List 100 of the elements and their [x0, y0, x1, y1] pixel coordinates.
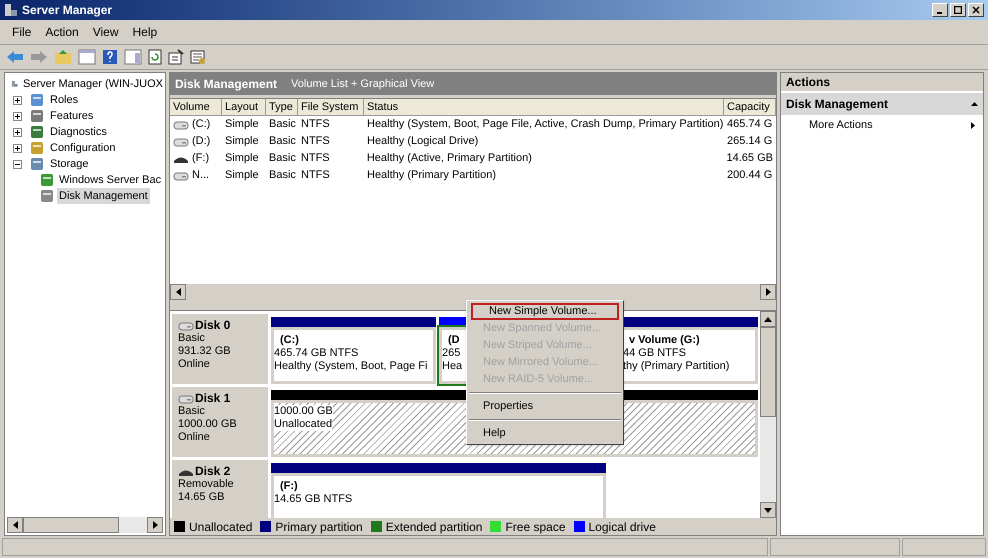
collapse-icon[interactable]: [971, 102, 978, 106]
minimize-button[interactable]: [932, 3, 948, 17]
partition[interactable]: (C:) 465.74 GB NTFS Healthy (System, Boot, Page Fi: [271, 327, 436, 384]
table-cell-text: Simple: [225, 117, 259, 132]
action-link[interactable]: More Actions: [781, 115, 983, 135]
menu-item[interactable]: Help: [126, 23, 164, 41]
table-cell-text: NTFS: [301, 134, 330, 150]
table-cell-text: Simple: [225, 134, 259, 150]
column-header[interactable]: Type: [266, 99, 298, 116]
scroll-right-icon[interactable]: [152, 521, 158, 529]
tree-item[interactable]: Storage: [48, 156, 91, 172]
tree-pane-icon[interactable]: [78, 49, 96, 65]
tree-item[interactable]: Diagnostics: [48, 124, 109, 140]
disk-detail: 1000.00 GB: [178, 418, 238, 431]
partition[interactable]: (F:) 14.65 GB NTFS: [271, 473, 606, 518]
table-cell-text: (C:): [192, 117, 210, 132]
table-cell-text: Basic: [269, 168, 296, 184]
disk-detail: 14.65 GB: [178, 491, 226, 504]
window-title: Server Manager: [22, 2, 112, 19]
horizontal-scrollbar[interactable]: [7, 517, 163, 533]
partition-text: 1000.00 GB: [274, 405, 333, 418]
table-cell-text: (F:): [192, 151, 210, 166]
menu-item[interactable]: New Simple Volume...: [471, 303, 619, 320]
drive-icon: [178, 320, 194, 330]
table-cell-text: Basic: [269, 134, 296, 150]
table-cell-text: 200.44 G: [727, 168, 772, 184]
table-cell-text: Basic: [269, 117, 296, 132]
section-title: Disk Management: [786, 96, 888, 113]
column-header[interactable]: Layout: [222, 99, 266, 116]
disk-info[interactable]: Disk 2 Removable 14.65 GB: [172, 460, 268, 518]
tree-item[interactable]: Configuration: [48, 140, 118, 156]
legend-label: Primary partition: [275, 518, 363, 536]
scroll-right-icon[interactable]: [766, 288, 770, 296]
scroll-down-icon[interactable]: [764, 508, 772, 512]
partition-text: Healthy (System, Boot, Page Fi: [274, 360, 428, 373]
scroll-left-icon[interactable]: [176, 288, 180, 296]
tree-item[interactable]: Windows Server Bac: [57, 172, 164, 188]
expand-icon[interactable]: [13, 128, 22, 136]
pane-subtitle: Volume List + Graphical View: [291, 76, 434, 92]
table-cell-text: NTFS: [300, 151, 330, 166]
column-header[interactable]: Volume: [170, 99, 222, 116]
server-icon: [4, 3, 18, 17]
table-cell-text: N...: [192, 168, 210, 184]
table-cell-text: Healthy (Active, Primary Partition): [366, 151, 532, 166]
scroll-up-icon[interactable]: [764, 316, 772, 322]
menu-item[interactable]: Help: [467, 425, 623, 442]
properties-icon[interactable]: [168, 49, 184, 65]
disk-info[interactable]: Disk 0 Basic 931.32 GB Online: [172, 314, 268, 384]
pane-title: Disk Management: [175, 76, 278, 93]
partition-text: Unallocated: [274, 418, 332, 431]
help-icon[interactable]: [102, 49, 118, 65]
disk-name: Disk 1: [195, 392, 230, 405]
drive-icon: [173, 120, 189, 130]
table-cell-text: (D:): [192, 134, 210, 150]
expand-icon[interactable]: [13, 96, 22, 104]
disk-detail: 931.32 GB: [178, 345, 232, 358]
legend-label: Extended partition: [386, 518, 482, 536]
actions-header: Actions: [781, 73, 983, 91]
vertical-scrollbar[interactable]: [760, 311, 776, 518]
collapse-icon[interactable]: [13, 160, 22, 168]
expand-icon[interactable]: [13, 112, 22, 120]
table-cell-text: Simple: [224, 151, 259, 166]
table-cell-text: Basic: [268, 151, 296, 166]
maximize-button[interactable]: [950, 3, 966, 17]
disk-detail: Online: [178, 431, 211, 444]
horizontal-scrollbar[interactable]: [170, 284, 776, 300]
tree-item[interactable]: Disk Management: [57, 188, 150, 204]
table-cell-text: NTFS: [301, 168, 330, 184]
column-header[interactable]: Capacity: [724, 99, 776, 116]
tree-item[interactable]: Roles: [48, 92, 80, 108]
column-header[interactable]: File System: [298, 99, 364, 116]
close-button[interactable]: [968, 3, 984, 17]
maximize-icon: [954, 6, 962, 14]
menu-item[interactable]: Properties: [467, 398, 623, 415]
table-cell-text: 465.74 G: [727, 117, 772, 132]
disk-info[interactable]: Disk 1 Basic 1000.00 GB Online: [172, 387, 268, 457]
column-header[interactable]: Status: [364, 99, 724, 116]
menu-item[interactable]: Action: [39, 23, 85, 41]
close-icon: [972, 6, 980, 14]
disk-name: Disk 2: [195, 465, 230, 478]
tree-item[interactable]: Server Manager (WIN-JUOX: [21, 76, 165, 92]
legend-label: Free space: [505, 518, 566, 536]
disk-detail: Basic: [178, 405, 206, 418]
drive-icon: [173, 136, 189, 146]
menu-item[interactable]: File: [6, 23, 38, 41]
disk-name: Disk 0: [195, 319, 230, 332]
action-pane-icon[interactable]: [124, 49, 142, 65]
actions-section[interactable]: Disk Management: [781, 93, 983, 115]
table-cell-text: Healthy (Primary Partition): [367, 168, 496, 184]
legend-label: Unallocated: [189, 518, 252, 536]
scroll-left-icon[interactable]: [12, 521, 18, 529]
table-cell-text: Simple: [225, 168, 259, 184]
menu-item[interactable]: View: [86, 23, 124, 41]
refresh-icon[interactable]: [148, 49, 162, 65]
expand-icon[interactable]: [13, 144, 22, 152]
disk-detail: Basic: [178, 332, 206, 345]
table-cell-text: Healthy (System, Boot, Page File, Active, Crash Dump, Primary Partition): [367, 117, 724, 132]
tree-item[interactable]: Features: [48, 108, 96, 124]
legend-label: Logical drive: [588, 518, 656, 536]
submenu-arrow-icon: [971, 122, 975, 128]
